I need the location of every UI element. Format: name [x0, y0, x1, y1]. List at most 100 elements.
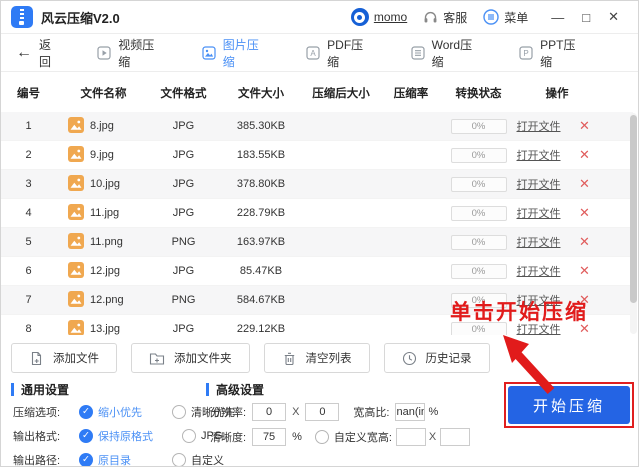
radio-checked-icon[interactable] [79, 429, 93, 443]
history-button[interactable]: 历史记录 [383, 343, 490, 373]
resolution-width-input[interactable] [252, 403, 287, 421]
tab-label: PPT压缩 [540, 37, 576, 69]
clarity-unit: % [292, 431, 302, 443]
table-row: 4 11.jpg JPG 228.79KB 0% 打开文件 ✕ [1, 199, 633, 228]
aspect-unit: % [428, 406, 439, 418]
tab-ppt-compress[interactable]: P PPT压缩 [519, 36, 581, 70]
menu-label: 菜单 [504, 10, 529, 25]
radio-unchecked-icon[interactable] [172, 405, 186, 419]
row-number: 4 [25, 207, 32, 219]
user-account[interactable]: momo [350, 8, 407, 26]
image-file-icon [68, 261, 84, 281]
col-operation: 操作 [545, 87, 569, 100]
image-file-icon [68, 290, 84, 310]
delete-row-icon[interactable]: ✕ [566, 263, 603, 279]
clarity-input[interactable] [252, 428, 287, 446]
table-scrollbar-thumb[interactable] [630, 115, 637, 303]
col-filename: 文件名称 [80, 87, 127, 100]
word-doc-icon [411, 45, 425, 60]
clear-list-button[interactable]: 清空列表 [263, 343, 370, 373]
radio-unchecked-icon[interactable] [172, 453, 186, 466]
image-icon [202, 45, 216, 60]
aspect-ratio-input[interactable] [395, 403, 426, 421]
avatar-icon [350, 8, 369, 26]
delete-row-icon[interactable]: ✕ [566, 234, 603, 250]
image-file-icon [68, 145, 84, 165]
file-name: 10.jpg [90, 178, 120, 190]
delete-row-icon[interactable]: ✕ [566, 118, 603, 134]
open-file-link[interactable]: 打开文件 [517, 179, 561, 191]
radio-checked-icon[interactable] [79, 405, 93, 419]
support-label: 客服 [443, 10, 468, 25]
tab-label: PDF压缩 [327, 37, 364, 69]
file-format: PNG [171, 236, 196, 248]
close-button[interactable]: ✕ [599, 9, 628, 25]
add-folder-button[interactable]: 添加文件夹 [131, 343, 250, 373]
open-file-link[interactable]: 打开文件 [517, 208, 561, 220]
back-button[interactable]: ← 返回 [16, 36, 60, 70]
headset-icon [424, 11, 437, 22]
clock-icon [402, 351, 416, 365]
delete-row-icon[interactable]: ✕ [566, 147, 603, 163]
clarity-row: 清晰度: % 自定义宽高: X [210, 428, 473, 446]
file-format: JPG [172, 178, 195, 190]
add-folder-label: 添加文件夹 [174, 353, 232, 365]
row-number: 7 [25, 294, 32, 306]
table-row: 3 10.jpg JPG 378.80KB 0% 打开文件 ✕ [1, 170, 633, 199]
tabbar: ← 返回 视频压缩 图片压缩 A PDF压缩 Word压缩 P PPT压缩 [1, 34, 638, 72]
menu-button[interactable]: 菜单 [483, 9, 528, 26]
menu-icon [483, 9, 499, 25]
clarity-label: 清晰度: [210, 432, 247, 444]
file-format: JPG [172, 265, 195, 277]
custom-size-label[interactable]: 自定义宽高: [334, 429, 392, 445]
tab-video-compress[interactable]: 视频压缩 [97, 36, 159, 70]
row-number: 5 [25, 236, 32, 248]
option-keep-format[interactable]: 保持原格式 [98, 428, 182, 444]
support-button[interactable]: 客服 [423, 9, 467, 26]
tab-word-compress[interactable]: Word压缩 [411, 36, 478, 70]
minimize-button[interactable]: — [542, 10, 573, 25]
titlebar: 风云压缩V2.0 momo 客服 菜单 — □ ✕ [1, 1, 638, 34]
option-label: 输出路径: [13, 455, 61, 467]
radio-checked-icon[interactable] [79, 453, 93, 466]
maximize-button[interactable]: □ [573, 10, 599, 25]
row-number: 8 [25, 323, 32, 335]
tab-image-compress[interactable]: 图片压缩 [202, 36, 264, 70]
option-shrink-first[interactable]: 缩小优先 [98, 404, 172, 420]
open-file-link[interactable]: 打开文件 [517, 266, 561, 278]
option-original-dir[interactable]: 原目录 [98, 452, 172, 466]
option-label: 输出格式: [13, 431, 61, 443]
option-custom-path[interactable]: 自定义 [191, 452, 224, 466]
add-file-button[interactable]: 添加文件 [11, 343, 117, 373]
open-file-link[interactable]: 打开文件 [517, 121, 561, 133]
delete-row-icon[interactable]: ✕ [566, 176, 603, 192]
add-file-label: 添加文件 [53, 353, 99, 365]
file-size: 385.30KB [236, 120, 286, 132]
aspect-ratio-label: 宽高比: [353, 407, 390, 419]
tab-pdf-compress[interactable]: A PDF压缩 [306, 36, 368, 70]
resolution-height-input[interactable] [305, 403, 340, 421]
image-file-icon [68, 319, 84, 335]
username[interactable]: momo [374, 10, 407, 24]
file-format: JPG [172, 207, 195, 219]
delete-row-icon[interactable]: ✕ [566, 205, 603, 221]
svg-text:A: A [311, 49, 317, 58]
open-file-link[interactable]: 打开文件 [517, 150, 561, 162]
open-file-link[interactable]: 打开文件 [517, 237, 561, 249]
output-path-row: 输出路径: 原目录 自定义 [13, 452, 224, 467]
pdf-icon: A [306, 45, 320, 60]
tab-label: 视频压缩 [118, 37, 155, 69]
add-folder-icon [149, 352, 165, 365]
radio-unchecked-icon[interactable] [182, 429, 196, 443]
trash-icon [284, 352, 294, 365]
option-label: 压缩选项: [13, 407, 61, 419]
progress-bar: 0% [450, 263, 507, 279]
file-name: 11.jpg [90, 207, 120, 219]
col-filesize: 文件大小 [238, 87, 284, 100]
svg-text:P: P [523, 49, 528, 58]
custom-width-input[interactable] [395, 428, 426, 446]
file-format: JPG [172, 120, 195, 132]
custom-height-input[interactable] [440, 428, 471, 446]
radio-unchecked-icon[interactable] [314, 430, 329, 444]
resolution-row: 分辨率: X 宽高比: % [210, 403, 438, 421]
